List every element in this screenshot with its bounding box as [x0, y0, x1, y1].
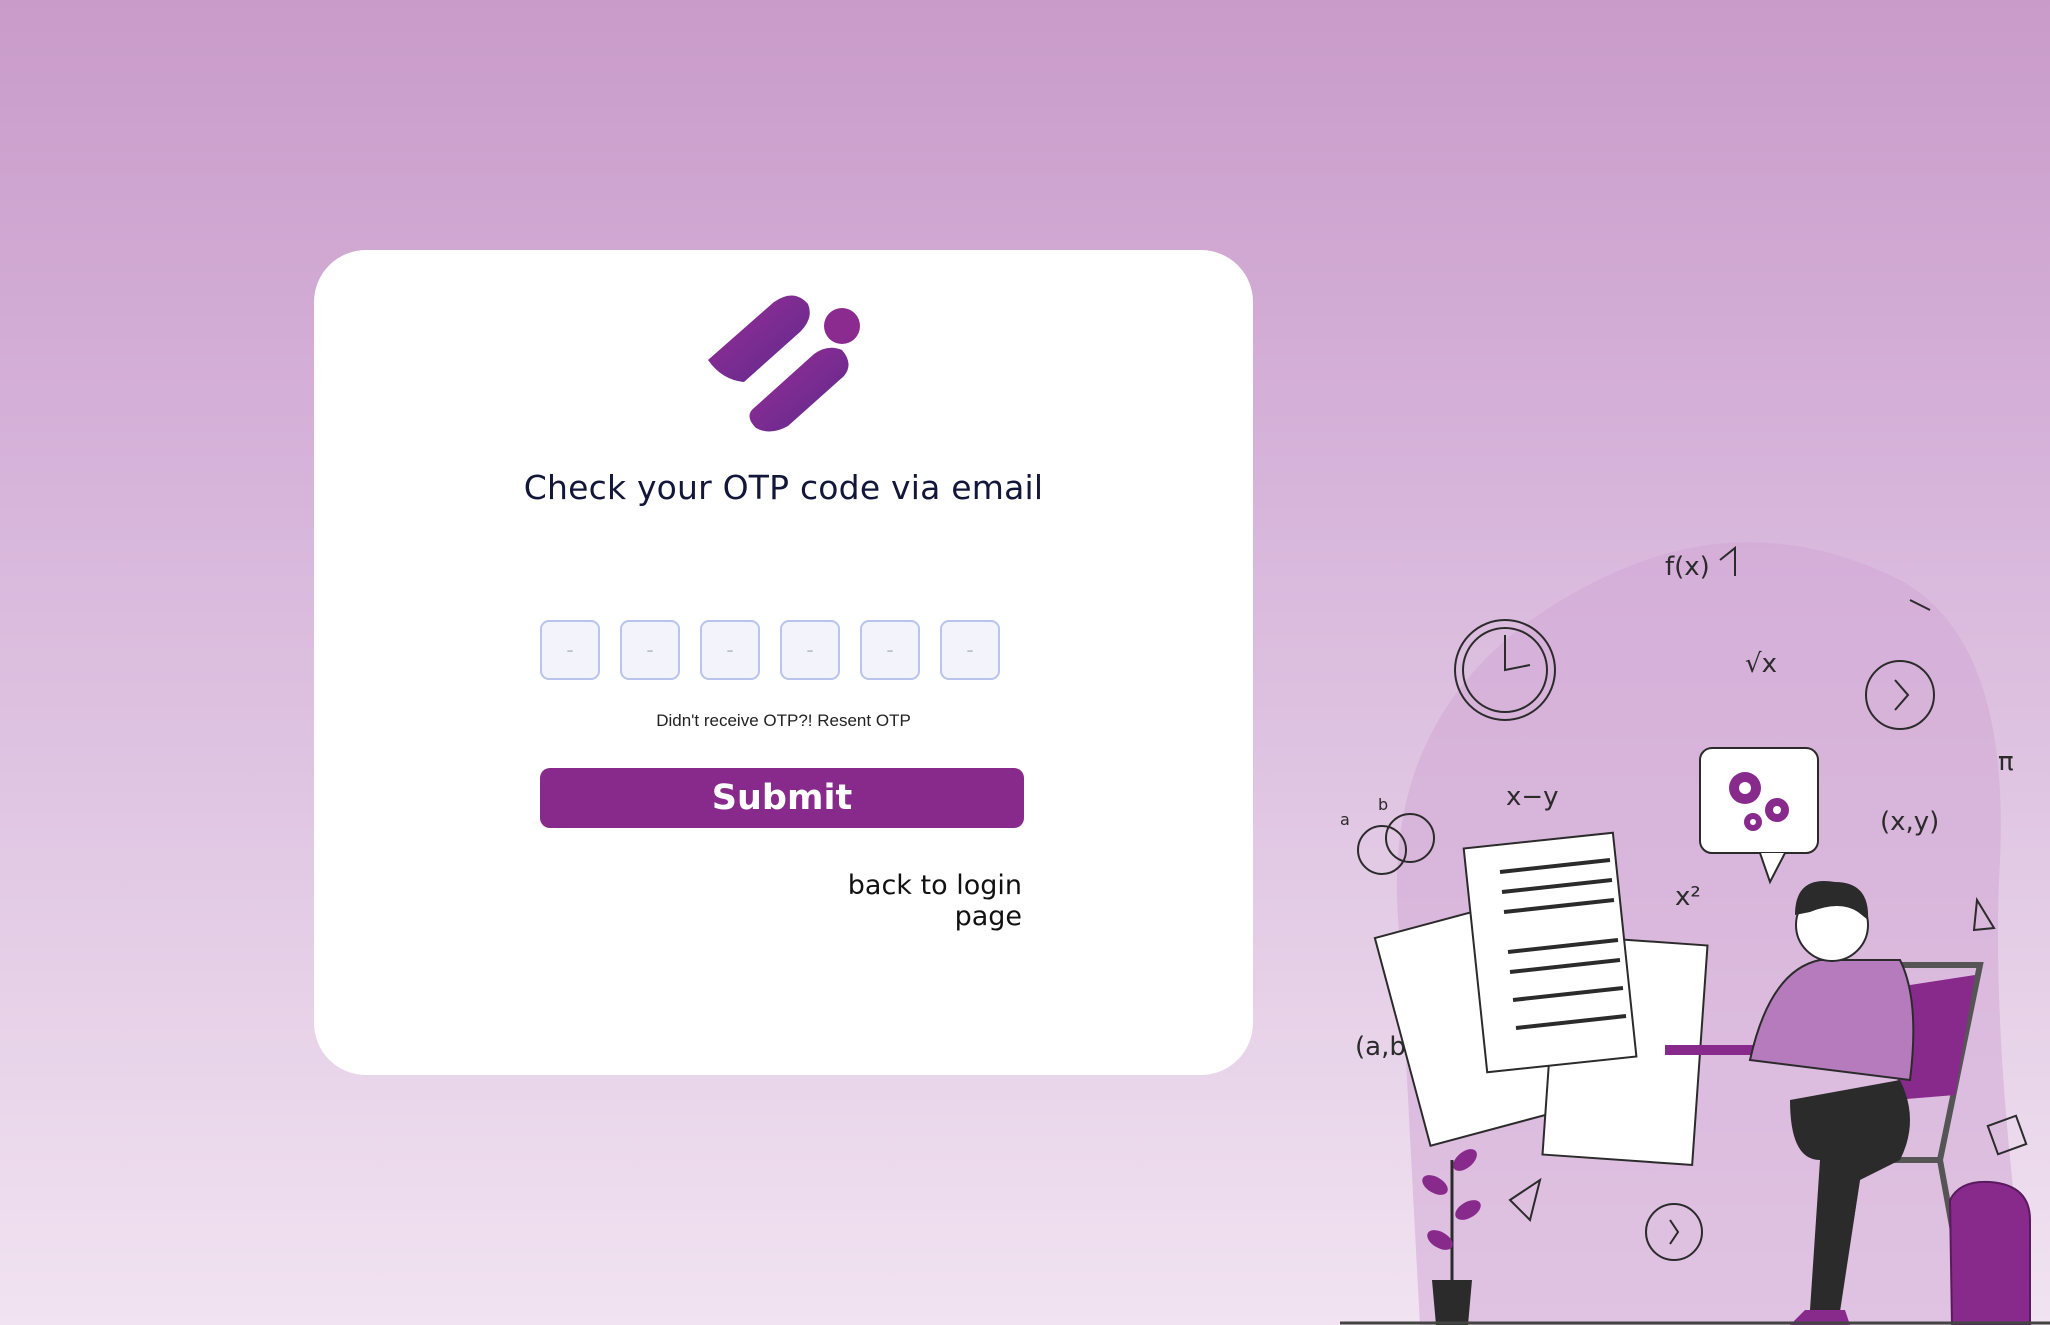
otp-digit-6[interactable]: [940, 620, 1000, 680]
page-title: Check your OTP code via email: [523, 468, 1044, 507]
label-sqrt-x: √x: [1745, 649, 1777, 679]
brand-logo-icon: [708, 295, 860, 432]
otp-input-group: [540, 620, 1000, 680]
back-to-login-link[interactable]: back to login page: [792, 870, 1022, 932]
label-fx: f(x): [1665, 552, 1710, 582]
label-b: b: [1378, 795, 1388, 814]
label-xy-pair: (x,y): [1880, 807, 1939, 837]
otp-digit-3[interactable]: [700, 620, 760, 680]
resend-prompt: Didn't receive OTP?!: [656, 711, 813, 730]
otp-digit-1[interactable]: [540, 620, 600, 680]
resend-otp-link[interactable]: Resent OTP: [817, 711, 911, 730]
submit-button[interactable]: Submit: [540, 768, 1024, 828]
resend-otp-row: Didn't receive OTP?! Resent OTP: [314, 711, 1253, 731]
student-exam-illustration: f(x) a b √x x−y (x,y) x² (a,b) π: [1340, 542, 2050, 1325]
label-x-minus-y: x−y: [1506, 782, 1559, 812]
otp-digit-5[interactable]: [860, 620, 920, 680]
label-pi: π: [1998, 747, 2014, 777]
otp-card: Check your OTP code via email Didn't rec…: [314, 250, 1253, 1075]
otp-digit-2[interactable]: [620, 620, 680, 680]
label-a: a: [1340, 810, 1350, 829]
otp-digit-4[interactable]: [780, 620, 840, 680]
label-x-squared: x²: [1675, 882, 1701, 912]
